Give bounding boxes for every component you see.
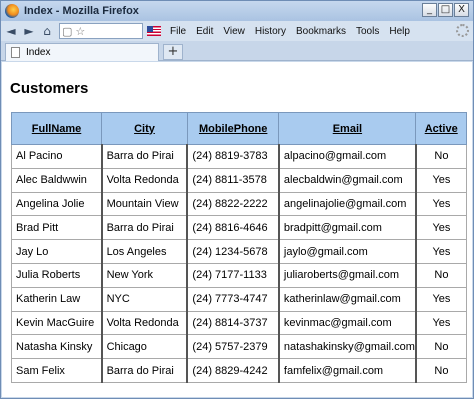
cell-active: No bbox=[415, 262, 467, 288]
menu-file[interactable]: File bbox=[170, 26, 186, 37]
cell-name: Sam Felix bbox=[10, 358, 103, 383]
cell-email: juliaroberts@gmail.com bbox=[278, 262, 417, 288]
cell-phone: (24) 8816-4646 bbox=[186, 215, 280, 241]
cell-name: Angelina Jolie bbox=[10, 191, 103, 217]
column-header-email[interactable]: Email bbox=[278, 112, 417, 145]
cell-active: Yes bbox=[415, 286, 467, 312]
cell-active: Yes bbox=[415, 239, 467, 264]
title-bar: Index - Mozilla Firefox _ □ X bbox=[1, 1, 473, 21]
tab-index[interactable]: Index bbox=[5, 43, 159, 61]
cell-name: Natasha Kinsky bbox=[10, 334, 103, 360]
cell-active: No bbox=[415, 358, 467, 383]
cell-city: Los Angeles bbox=[101, 239, 189, 264]
tab-bar: Index + bbox=[1, 41, 473, 61]
table-row: Julia Roberts New York (24) 7177-1133 julia… bbox=[10, 262, 467, 288]
cell-active: No bbox=[415, 144, 467, 169]
table-row: Alec Baldwwin Volta Redonda (24) 8811-3578… bbox=[10, 167, 467, 193]
cell-phone: (24) 5757-2379 bbox=[186, 334, 280, 360]
menu-view[interactable]: View bbox=[223, 26, 245, 37]
firefox-logo-icon bbox=[5, 4, 19, 18]
cell-city: Volta Redonda bbox=[101, 167, 189, 193]
cell-phone: (24) 8822-2222 bbox=[186, 191, 280, 217]
column-header-fullname[interactable]: FullName bbox=[10, 112, 103, 145]
cell-city: Barra do Pirai bbox=[101, 358, 189, 383]
page-title: Customers bbox=[10, 80, 89, 97]
table-row: Sam Felix Barra do Pirai (24) 8829-4242 fam… bbox=[10, 358, 467, 383]
menu-history[interactable]: History bbox=[255, 26, 286, 37]
window-title: Index - Mozilla Firefox bbox=[24, 5, 139, 17]
cell-email: jaylo@gmail.com bbox=[278, 239, 417, 264]
cell-phone: (24) 7177-1133 bbox=[186, 262, 280, 288]
document-icon bbox=[11, 47, 20, 58]
table-row: Jay Lo Los Angeles (24) 1234-5678 jaylo@gma… bbox=[10, 239, 467, 264]
cell-name: Brad Pitt bbox=[10, 215, 103, 241]
cell-city: NYC bbox=[101, 286, 189, 312]
cell-name: Julia Roberts bbox=[10, 262, 103, 288]
menu-help[interactable]: Help bbox=[389, 26, 410, 37]
cell-active: Yes bbox=[415, 191, 467, 217]
cell-email: angelinajolie@gmail.com bbox=[278, 191, 417, 217]
cell-email: natashakinsky@gmail.com bbox=[278, 334, 417, 360]
back-arrow-icon[interactable]: ◄ bbox=[3, 24, 19, 38]
cell-city: Chicago bbox=[101, 334, 189, 360]
cell-email: bradpitt@gmail.com bbox=[278, 215, 417, 241]
table-row: Kevin MacGuire Volta Redonda (24) 8814-373… bbox=[10, 310, 467, 336]
cell-name: Katherin Law bbox=[10, 286, 103, 312]
table-row: Brad Pitt Barra do Pirai (24) 8816-4646 bra… bbox=[10, 215, 467, 241]
table-header-row: FullName City MobilePhone Email Active bbox=[10, 112, 467, 145]
browser-window: Index - Mozilla Firefox _ □ X ◄ ► ⌂ ▢ ☆ … bbox=[0, 0, 474, 399]
cell-city: New York bbox=[101, 262, 189, 288]
cell-active: Yes bbox=[415, 310, 467, 336]
cell-phone: (24) 8829-4242 bbox=[186, 358, 280, 383]
table-row: Natasha Kinsky Chicago (24) 5757-2379 natas… bbox=[10, 334, 467, 360]
menu-tools[interactable]: Tools bbox=[356, 26, 379, 37]
forward-arrow-icon[interactable]: ► bbox=[21, 24, 37, 38]
cell-email: famfelix@gmail.com bbox=[278, 358, 417, 383]
minimize-button[interactable]: _ bbox=[422, 3, 437, 17]
cell-name: Kevin MacGuire bbox=[10, 310, 103, 336]
cell-name: Jay Lo bbox=[10, 239, 103, 264]
maximize-button[interactable]: □ bbox=[438, 3, 453, 17]
cell-email: alecbaldwin@gmail.com bbox=[278, 167, 417, 193]
cell-name: Al Pacino bbox=[10, 144, 103, 169]
close-button[interactable]: X bbox=[454, 3, 469, 17]
cell-city: Volta Redonda bbox=[101, 310, 189, 336]
cell-phone: (24) 7773-4747 bbox=[186, 286, 280, 312]
bookmark-star-icon[interactable]: ☆ bbox=[75, 25, 85, 38]
cell-name: Alec Baldwwin bbox=[10, 167, 103, 193]
window-controls: _ □ X bbox=[422, 3, 469, 17]
cell-email: kevinmac@gmail.com bbox=[278, 310, 417, 336]
column-header-city[interactable]: City bbox=[101, 112, 188, 145]
page-icon: ▢ bbox=[62, 24, 73, 38]
menu-edit[interactable]: Edit bbox=[196, 26, 213, 37]
column-header-active[interactable]: Active bbox=[415, 112, 467, 145]
us-flag-icon[interactable] bbox=[147, 26, 161, 36]
cell-active: Yes bbox=[415, 167, 467, 193]
cell-email: katherinlaw@gmail.com bbox=[278, 286, 417, 312]
table-row: Al Pacino Barra do Pirai (24) 8819-3783 alp… bbox=[10, 144, 467, 169]
customers-table: FullName City MobilePhone Email Active A… bbox=[10, 112, 467, 383]
cell-email: alpacino@gmail.com bbox=[278, 144, 417, 169]
loading-throbber-icon bbox=[456, 24, 469, 37]
cell-city: Barra do Pirai bbox=[101, 144, 189, 169]
new-tab-button[interactable]: + bbox=[163, 44, 183, 60]
menu-bar: File Edit View History Bookmarks Tools H… bbox=[165, 26, 415, 37]
page-content: Customers FullName City MobilePhone Emai… bbox=[2, 62, 472, 397]
cell-active: Yes bbox=[415, 215, 467, 241]
cell-phone: (24) 1234-5678 bbox=[186, 239, 280, 264]
cell-phone: (24) 8814-3737 bbox=[186, 310, 280, 336]
url-bar[interactable]: ▢ ☆ bbox=[59, 23, 143, 39]
cell-city: Mountain View bbox=[101, 191, 189, 217]
home-icon[interactable]: ⌂ bbox=[39, 24, 55, 38]
column-header-mobilephone[interactable]: MobilePhone bbox=[186, 112, 280, 145]
table-row: Katherin Law NYC (24) 7773-4747 katherinlaw… bbox=[10, 286, 467, 312]
navigation-toolbar: ◄ ► ⌂ ▢ ☆ File Edit View History Bookmar… bbox=[1, 21, 473, 41]
cell-active: No bbox=[415, 334, 467, 360]
cell-phone: (24) 8819-3783 bbox=[186, 144, 280, 169]
tab-label: Index bbox=[26, 47, 51, 58]
menu-bookmarks[interactable]: Bookmarks bbox=[296, 26, 346, 37]
cell-phone: (24) 8811-3578 bbox=[186, 167, 280, 193]
table-row: Angelina Jolie Mountain View (24) 8822-222… bbox=[10, 191, 467, 217]
cell-city: Barra do Pirai bbox=[101, 215, 189, 241]
